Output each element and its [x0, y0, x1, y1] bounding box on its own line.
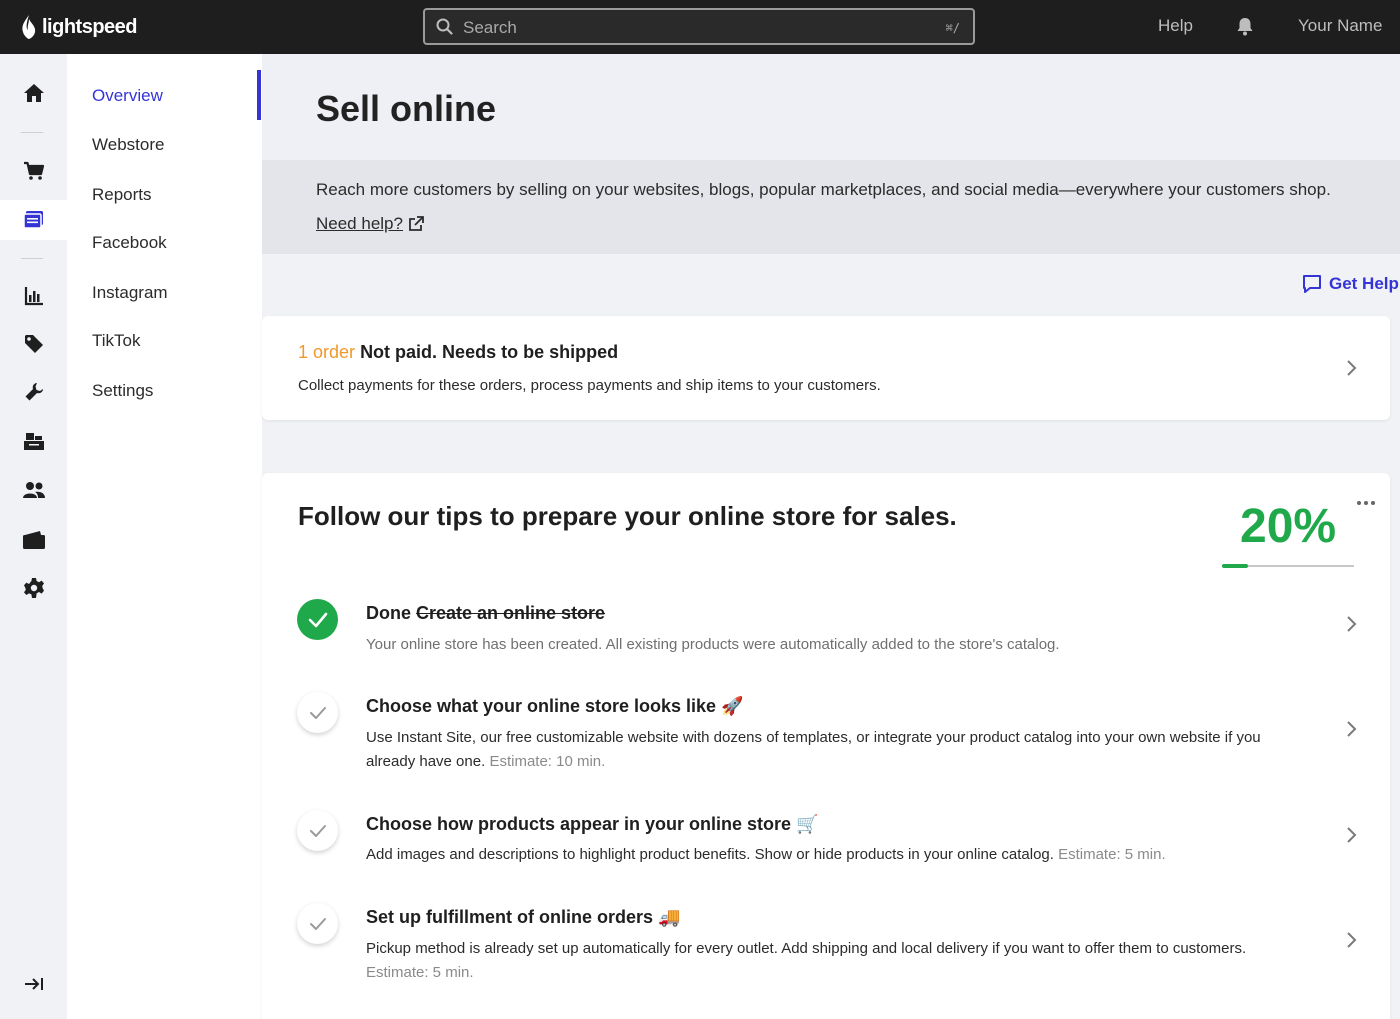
need-help-label: Need help?: [316, 214, 403, 233]
step-description: Use Instant Site, our free customizable …: [366, 726, 1296, 774]
step-estimate: Estimate: 5 min.: [366, 964, 474, 981]
step-description: Add images and descriptions to highlight…: [366, 843, 1296, 867]
online-store-icon[interactable]: [0, 200, 67, 240]
chevron-right-icon[interactable]: [1346, 615, 1358, 638]
subnav-item-instagram[interactable]: Instagram: [92, 283, 168, 303]
tips-card: Follow our tips to prepare your online s…: [262, 473, 1390, 1019]
banner-text: Reach more customers by selling on your …: [316, 180, 1331, 199]
search-shortcut: ⌘/: [945, 21, 960, 35]
chevron-right-icon[interactable]: [1346, 931, 1358, 954]
step-title: Choose how products appear in your onlin…: [366, 814, 819, 834]
check-icon: [297, 903, 338, 944]
main-content: Sell online Reach more customers by sell…: [262, 54, 1400, 1019]
wallet-icon[interactable]: [0, 520, 67, 560]
step-title: Choose what your online store looks like…: [366, 696, 744, 716]
get-help-label: Get Help: [1329, 274, 1399, 293]
sub-navigation: Overview Webstore Reports Facebook Insta…: [67, 54, 262, 1019]
subnav-item-settings[interactable]: Settings: [92, 381, 153, 401]
cart-icon[interactable]: [0, 151, 67, 191]
icon-rail: [0, 54, 67, 1019]
step-estimate: Estimate: 10 min.: [489, 753, 606, 770]
check-icon: [297, 692, 338, 733]
active-indicator: [257, 70, 261, 120]
user-menu[interactable]: Your Name: [1298, 16, 1382, 36]
chevron-right-icon[interactable]: [1346, 720, 1358, 743]
check-icon: [297, 599, 338, 640]
subnav-item-webstore[interactable]: Webstore: [92, 135, 164, 155]
bell-icon[interactable]: [1236, 16, 1254, 41]
page-header: Sell online: [262, 54, 1400, 160]
need-help-link[interactable]: Need help?: [316, 214, 424, 234]
search-icon: [436, 18, 453, 40]
brand-logo[interactable]: lightspeed: [20, 12, 138, 42]
subnav-item-reports[interactable]: Reports: [92, 185, 152, 205]
search-placeholder: Search: [463, 18, 517, 37]
step-title: Set up fulfillment of online orders 🚚: [366, 907, 681, 927]
order-count: 1 order: [298, 342, 356, 362]
flame-icon: [22, 15, 36, 39]
subnav-item-tiktok[interactable]: TikTok: [92, 331, 141, 351]
check-icon: [297, 810, 338, 851]
chat-icon: [1303, 275, 1321, 293]
progress-bar: [1222, 564, 1354, 568]
subnav-item-facebook[interactable]: Facebook: [92, 233, 167, 253]
chevron-right-icon[interactable]: [1346, 359, 1358, 382]
order-card-description: Collect payments for these orders, proce…: [298, 377, 881, 394]
brand-name: lightspeed: [42, 15, 138, 38]
rail-divider: [21, 258, 43, 259]
reports-icon[interactable]: [0, 276, 67, 316]
inventory-icon[interactable]: [0, 421, 67, 461]
top-bar: lightspeed Search ⌘/ Help Your Name: [0, 0, 1400, 54]
unpaid-orders-card[interactable]: 1 order Not paid. Needs to be shipped Co…: [262, 316, 1390, 420]
order-status: Not paid. Needs to be shipped: [360, 342, 619, 362]
help-link[interactable]: Help: [1158, 16, 1193, 36]
search-input[interactable]: Search ⌘/: [423, 8, 975, 45]
external-link-icon: [409, 216, 424, 231]
wrench-icon[interactable]: [0, 372, 67, 412]
more-options-icon[interactable]: [1356, 493, 1376, 511]
step-title: Done Create an online store: [366, 603, 605, 624]
collapse-arrow-icon[interactable]: [0, 964, 67, 1004]
home-icon[interactable]: [0, 73, 67, 113]
order-card-title: 1 order Not paid. Needs to be shipped: [298, 342, 618, 363]
progress-bar-fill: [1222, 564, 1249, 568]
customers-icon[interactable]: [0, 470, 67, 510]
get-help-button[interactable]: Get Help: [1302, 274, 1399, 294]
progress-percent: 20%: [1240, 500, 1337, 553]
info-banner: Reach more customers by selling on your …: [262, 160, 1400, 254]
done-label: Done: [366, 603, 411, 623]
step-description-text: Add images and descriptions to highlight…: [366, 846, 1054, 863]
step-title-text: Create an online store: [416, 603, 606, 623]
tips-title: Follow our tips to prepare your online s…: [298, 501, 957, 531]
tag-icon[interactable]: [0, 324, 67, 364]
step-description: Your online store has been created. All …: [366, 636, 1060, 653]
step-estimate: Estimate: 5 min.: [1058, 846, 1166, 863]
step-description-text: Pickup method is already set up automati…: [366, 940, 1247, 957]
settings-icon[interactable]: [0, 568, 67, 608]
subnav-item-overview[interactable]: Overview: [92, 86, 163, 106]
rail-divider: [21, 132, 43, 133]
step-description: Pickup method is already set up automati…: [366, 937, 1296, 985]
page-title: Sell online: [316, 88, 497, 129]
chevron-right-icon[interactable]: [1346, 826, 1358, 849]
